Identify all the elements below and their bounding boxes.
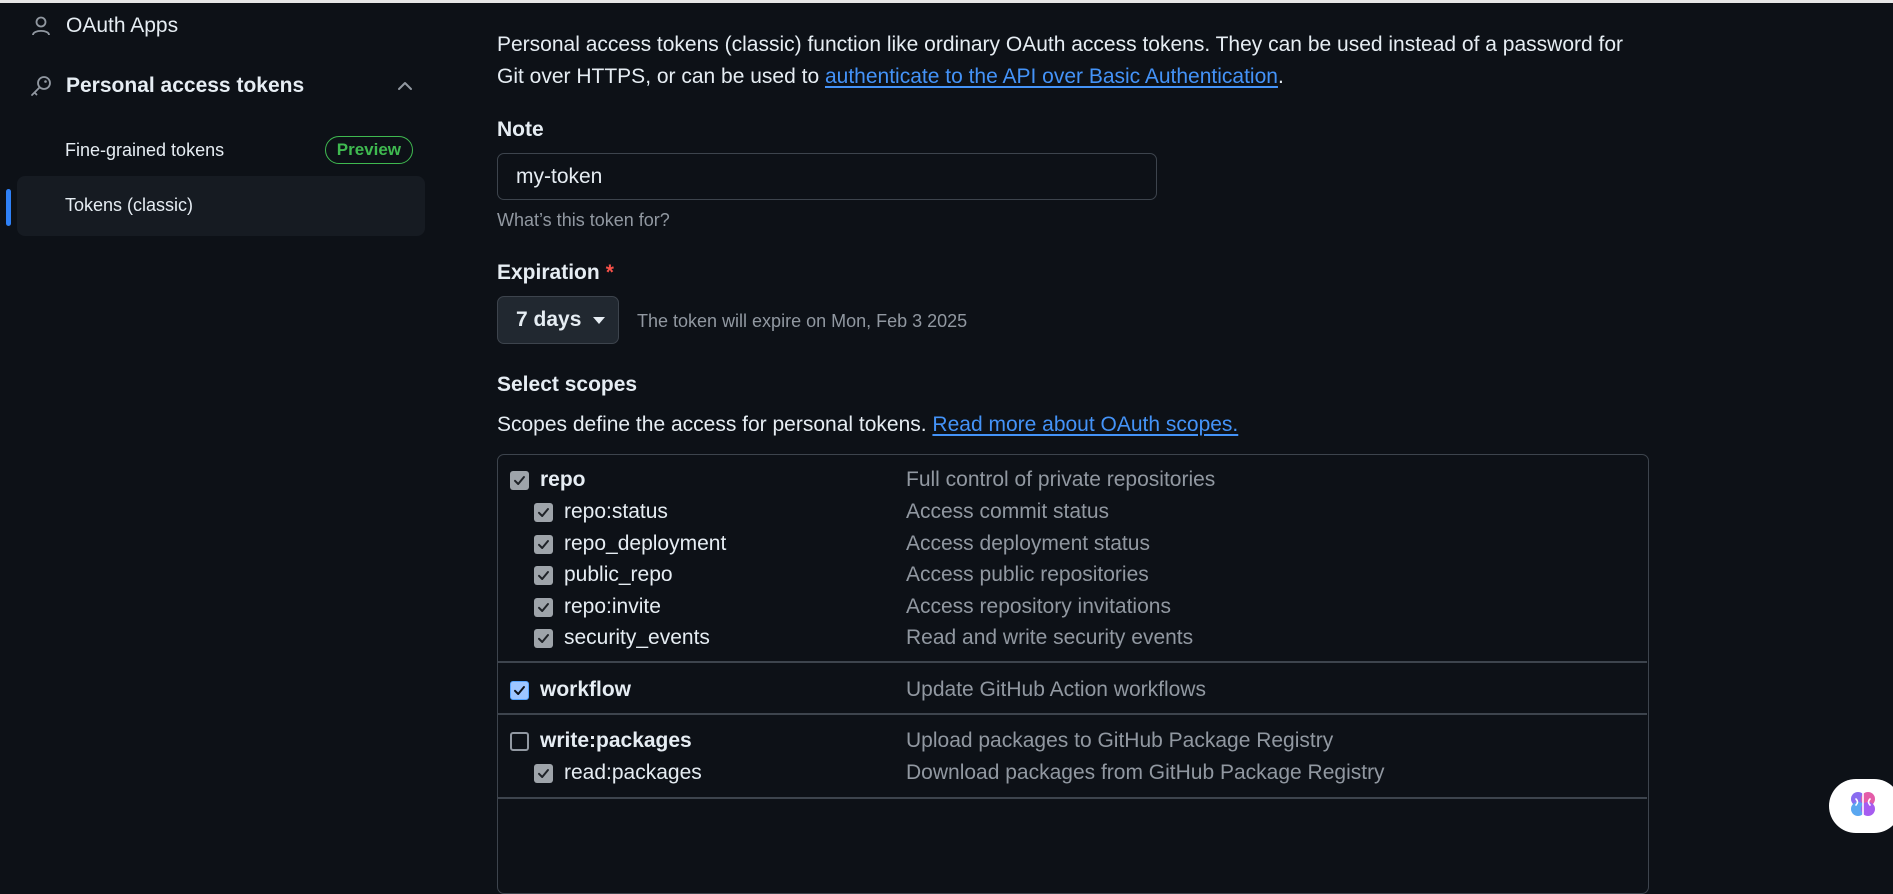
- check-icon: [514, 685, 525, 695]
- key-icon: [28, 73, 54, 99]
- scope-row: repo Full control of private repositories: [498, 465, 1647, 495]
- sidebar-item-label: Tokens (classic): [65, 195, 194, 215]
- check-icon: [538, 539, 549, 549]
- brain-icon: [1847, 788, 1879, 825]
- scopes-description-text: Scopes define the access for personal to…: [497, 413, 933, 436]
- scope-row: public_repo Access public repositories: [498, 560, 1647, 590]
- scope-name: repo:status: [564, 500, 668, 523]
- sidebar-item-label: Personal access tokens: [66, 74, 305, 97]
- scope-description: Access deployment status: [906, 532, 1150, 555]
- select-scopes-title: Select scopes: [497, 373, 638, 396]
- scope-group-divider: [498, 661, 1647, 663]
- check-icon: [538, 633, 549, 643]
- check-icon: [538, 768, 549, 778]
- scope-checkbox[interactable]: [534, 534, 553, 554]
- person-icon: [28, 13, 54, 39]
- scope-row: workflow Update GitHub Action workflows: [498, 675, 1647, 705]
- intro-text-end: .: [1277, 65, 1284, 88]
- scope-name: workflow: [540, 678, 632, 701]
- scope-description: Read and write security events: [906, 626, 1194, 649]
- scope-name: public_repo: [564, 563, 673, 586]
- scope-checkbox[interactable]: [510, 680, 529, 700]
- scope-row: write:packages Upload packages to GitHub …: [498, 726, 1647, 756]
- basic-auth-link[interactable]: authenticate to the API over Basic Authe…: [825, 65, 1278, 88]
- sidebar-item-oauth-apps[interactable]: OAuth Apps: [28, 13, 178, 39]
- sidebar-item-tokens-classic[interactable]: Tokens (classic): [65, 195, 193, 216]
- oauth-scopes-link[interactable]: Read more about OAuth scopes.: [932, 413, 1238, 436]
- settings-sidebar: OAuth Apps Personal access tokens Fine-g…: [0, 3, 440, 879]
- sidebar-item-label: Fine-grained tokens: [65, 139, 225, 160]
- expiration-select[interactable]: 7 days: [497, 296, 619, 344]
- scope-name: read:packages: [564, 761, 702, 784]
- scope-name: security_events: [564, 626, 710, 649]
- scope-checkbox[interactable]: [510, 470, 529, 490]
- scope-description: Access commit status: [906, 500, 1110, 523]
- scope-checkbox[interactable]: [534, 597, 553, 617]
- expiration-label: Expiration *: [497, 261, 614, 285]
- scope-description: Update GitHub Action workflows: [906, 678, 1206, 701]
- scope-checkbox[interactable]: [534, 565, 553, 585]
- active-indicator: [6, 189, 11, 226]
- assistant-button[interactable]: [1829, 779, 1893, 833]
- scopes-description: Scopes define the access for personal to…: [497, 413, 1238, 437]
- check-icon: [538, 507, 549, 517]
- expiration-label-text: Expiration: [497, 261, 600, 284]
- scope-name: repo_deployment: [564, 532, 727, 555]
- check-icon: [514, 475, 525, 485]
- scope-row: repo:invite Access repository invitations: [498, 592, 1647, 622]
- sidebar-item-label: OAuth Apps: [66, 14, 179, 37]
- check-icon: [538, 602, 549, 612]
- scope-description: Upload packages to GitHub Package Regist…: [906, 729, 1334, 752]
- sidebar-item-fine-grained-tokens[interactable]: Fine-grained tokens Preview: [65, 135, 413, 165]
- scope-description: Full control of private repositories: [906, 468, 1216, 491]
- scope-group-divider: [498, 713, 1647, 715]
- caret-down-icon: [593, 316, 606, 324]
- scope-checkbox[interactable]: [534, 763, 553, 783]
- scope-description: Access repository invitations: [906, 595, 1171, 618]
- preview-badge: Preview: [324, 136, 413, 164]
- scope-name: repo:invite: [564, 595, 661, 618]
- check-icon: [538, 570, 549, 580]
- scope-row: read:packages Download packages from GitH…: [498, 758, 1647, 788]
- scope-row: repo_deployment Access deployment status: [498, 529, 1647, 559]
- scope-checkbox[interactable]: [510, 731, 529, 751]
- note-label: Note: [497, 118, 544, 141]
- scope-name: repo: [540, 468, 586, 491]
- scope-row: security_events Read and write security e…: [498, 623, 1647, 653]
- required-mark: *: [605, 261, 614, 284]
- scope-checkbox[interactable]: [534, 502, 553, 522]
- scope-description: Access public repositories: [906, 563, 1149, 586]
- scopes-list: repo Full control of private repositories…: [497, 454, 1649, 894]
- expiration-note: The token will expire on Mon, Feb 3 2025: [637, 311, 968, 331]
- scope-row: repo:status Access commit status: [498, 497, 1647, 527]
- chevron-up-icon[interactable]: [394, 75, 416, 97]
- expiration-selected-value: 7 days: [516, 308, 582, 331]
- intro-text: Personal access tokens (classic) functio…: [497, 29, 1647, 93]
- scope-name: write:packages: [540, 729, 692, 752]
- note-hint: What’s this token for?: [497, 210, 670, 230]
- scope-description: Download packages from GitHub Package Re…: [906, 761, 1385, 784]
- note-input[interactable]: [497, 153, 1157, 200]
- scope-checkbox[interactable]: [534, 628, 553, 648]
- sidebar-item-personal-access-tokens[interactable]: Personal access tokens: [28, 73, 416, 99]
- scope-group-divider: [498, 797, 1647, 799]
